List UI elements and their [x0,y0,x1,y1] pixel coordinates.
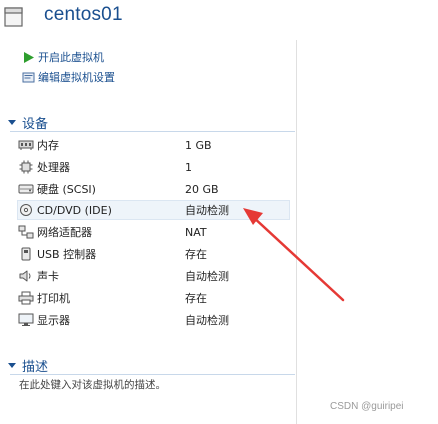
collapse-triangle-icon [8,362,16,368]
edit-vm-settings-link[interactable]: 编辑虚拟机设置 [22,69,115,85]
vm-title: centos01 [44,4,123,25]
devices-section-toggle[interactable]: 设备 [8,113,49,132]
description-heading: 描述 [22,359,49,375]
device-row-display[interactable]: 显示器 自动检测 [18,310,291,330]
play-icon [22,51,35,64]
device-name: 硬盘 (SCSI) [37,183,96,196]
edit-settings-icon [22,71,35,84]
edit-vm-settings-label: 编辑虚拟机设置 [38,71,115,84]
device-value: 自动检测 [185,270,229,283]
collapse-triangle-icon [8,119,16,125]
device-row-hard-disk[interactable]: 硬盘 (SCSI) 20 GB [18,179,291,199]
cd-dvd-icon [18,203,34,217]
sound-card-icon [18,269,34,283]
device-row-memory[interactable]: 内存 1 GB [18,135,291,155]
device-name: 网络适配器 [37,226,92,239]
description-divider [10,374,295,375]
device-row-processor[interactable]: 处理器 1 [18,157,291,177]
network-adapter-icon [18,225,34,239]
device-value: 1 GB [185,138,212,152]
power-on-vm-link[interactable]: 开启此虚拟机 [22,49,104,65]
device-value: 20 GB [185,182,219,196]
hard-disk-icon [18,182,34,196]
power-on-vm-label: 开启此虚拟机 [38,51,104,64]
device-name: 内存 [37,139,59,152]
printer-icon [18,291,34,305]
memory-icon [18,138,34,152]
usb-icon [18,247,34,261]
device-name: 声卡 [37,270,59,283]
device-name: 显示器 [37,314,70,327]
devices-heading: 设备 [22,116,49,132]
display-icon [18,313,34,327]
description-section-toggle[interactable]: 描述 [8,356,49,375]
watermark: CSDN @guiripei [330,401,404,412]
devices-divider [10,131,295,132]
device-name: 处理器 [37,161,70,174]
device-value: NAT [185,225,207,239]
device-name: CD/DVD (IDE) [37,203,112,217]
device-value: 自动检测 [185,314,229,327]
device-name: USB 控制器 [37,248,97,261]
cpu-icon [18,160,34,174]
device-value: 1 [185,160,192,174]
device-name: 打印机 [37,292,70,305]
device-value: 存在 [185,248,207,261]
device-value: 自动检测 [185,204,229,217]
description-input[interactable]: 在此处键入对该虚拟机的描述。 [19,377,166,392]
device-value: 存在 [185,292,207,305]
vm-icon [4,7,23,27]
annotation-arrow [243,208,345,302]
